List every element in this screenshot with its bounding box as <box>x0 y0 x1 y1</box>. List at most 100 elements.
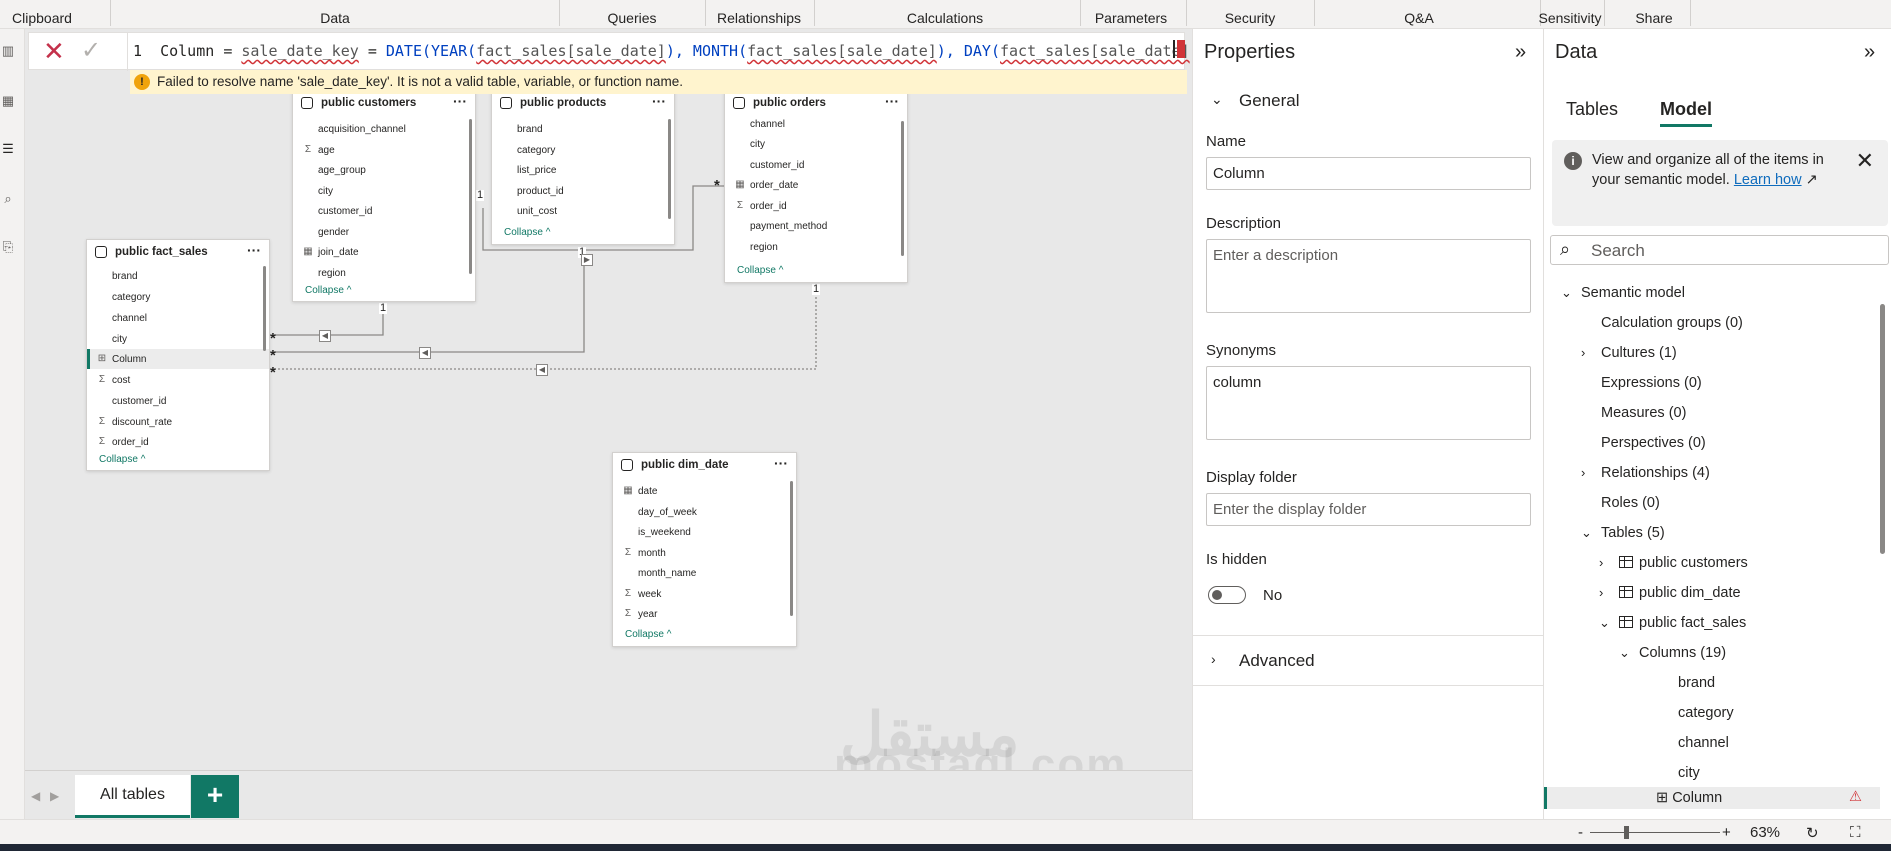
tree-perspectives[interactable]: Perspectives (0) <box>1601 435 1706 451</box>
report-view-icon[interactable]: ▥ <box>0 43 16 61</box>
collapse-link[interactable]: Collapse ^ <box>305 285 351 296</box>
field-row[interactable]: Σweek <box>613 584 796 604</box>
display-folder-input[interactable]: Enter the display folder <box>1206 493 1531 526</box>
rel-direction-arrow[interactable]: ◀ <box>536 364 548 376</box>
tree-table-customers[interactable]: › public customers <box>1599 555 1748 571</box>
ribbon-group-queries[interactable]: Queries <box>607 10 656 26</box>
field-row[interactable]: customer_id <box>293 201 475 221</box>
tree-column-city[interactable]: city <box>1678 765 1700 781</box>
tree-columns[interactable]: ⌄ Columns (19) <box>1619 645 1726 661</box>
collapse-link[interactable]: Collapse ^ <box>737 265 783 276</box>
external-link-icon[interactable]: ↗ <box>1806 172 1818 188</box>
formula-expression[interactable]: 1 Column = sale_date_key = DATE(YEAR(fac… <box>133 42 1208 60</box>
tree-table-dim-date[interactable]: › public dim_date <box>1599 585 1741 601</box>
synonyms-input[interactable]: column <box>1206 366 1531 440</box>
field-row[interactable]: gender <box>293 222 475 242</box>
rel-direction-arrow[interactable]: ◀ <box>419 347 431 359</box>
add-layout-button[interactable]: + <box>191 775 239 818</box>
tree-cultures[interactable]: › Cultures (1) <box>1581 345 1677 361</box>
field-row[interactable]: list_price <box>492 160 674 180</box>
reset-zoom-icon[interactable]: ↻ <box>1806 824 1819 842</box>
table-card-header[interactable]: public fact_sales ··· <box>87 240 269 264</box>
ribbon-group-relationships[interactable]: Relationships <box>717 10 801 26</box>
table-card-header[interactable]: public customers ··· <box>293 91 475 115</box>
tree-relationships[interactable]: › Relationships (4) <box>1581 465 1710 481</box>
table-card-fact-sales[interactable]: public fact_sales ··· brand category cha… <box>86 239 270 471</box>
collapse-pane-icon[interactable]: » <box>1864 41 1875 64</box>
tab-next-icon[interactable]: ▶ <box>50 789 59 803</box>
tree-calc-groups[interactable]: Calculation groups (0) <box>1601 315 1743 331</box>
close-icon[interactable]: ✕ <box>1856 148 1874 174</box>
tree-column-column[interactable]: ⊞ Column <box>1656 790 1722 806</box>
dax-query-icon[interactable]: ⌕ <box>0 191 16 209</box>
field-row[interactable]: city <box>725 134 907 154</box>
field-row[interactable]: payment_method <box>725 216 907 236</box>
field-row[interactable]: Σorder_id <box>725 196 907 216</box>
field-row[interactable]: day_of_week <box>613 502 796 522</box>
table-card-header[interactable]: public products ··· <box>492 91 674 115</box>
field-row[interactable]: Σorder_id <box>87 432 269 452</box>
scrollbar[interactable] <box>263 266 266 351</box>
learn-how-link[interactable]: Learn how <box>1734 172 1802 188</box>
collapse-pane-icon[interactable]: » <box>1515 41 1526 64</box>
field-row[interactable]: brand <box>87 266 269 286</box>
ribbon-group-calculations[interactable]: Calculations <box>907 10 983 26</box>
tree-column-category[interactable]: category <box>1678 705 1734 721</box>
tab-prev-icon[interactable]: ◀ <box>31 789 40 803</box>
tree-semantic-model[interactable]: ⌄ Semantic model <box>1561 285 1685 301</box>
ribbon-group-share[interactable]: Share <box>1635 10 1672 26</box>
field-row[interactable]: customer_id <box>725 155 907 175</box>
more-options-icon[interactable]: ··· <box>774 455 788 471</box>
commit-formula-icon[interactable]: ✓ <box>81 38 101 64</box>
tree-expressions[interactable]: Expressions (0) <box>1601 375 1702 391</box>
cancel-formula-icon[interactable]: ✕ <box>43 38 65 64</box>
table-card-orders[interactable]: public orders ··· channel city customer_… <box>724 90 908 283</box>
tree-column-brand[interactable]: brand <box>1678 675 1715 691</box>
table-view-icon[interactable]: ▦ <box>0 93 16 111</box>
field-row[interactable]: channel <box>87 308 269 328</box>
scrollbar[interactable] <box>790 481 793 616</box>
more-options-icon[interactable]: ··· <box>453 93 467 109</box>
field-row-selected[interactable]: ⊞ Column <box>87 349 269 369</box>
field-row[interactable]: unit_cost <box>492 201 674 221</box>
tree-table-fact-sales[interactable]: ⌄ public fact_sales <box>1599 615 1746 631</box>
field-row[interactable]: is_weekend <box>613 522 796 542</box>
field-row[interactable]: acquisition_channel <box>293 119 475 139</box>
ribbon-group-data[interactable]: Data <box>320 10 350 26</box>
field-row[interactable]: channel <box>725 114 907 134</box>
tree-column-channel[interactable]: channel <box>1678 735 1729 751</box>
zoom-in-button[interactable]: + <box>1722 824 1731 841</box>
more-options-icon[interactable]: ··· <box>652 93 666 109</box>
formula-bar[interactable]: ✕ ✓ 1 Column = sale_date_key = DATE(YEAR… <box>28 32 1208 71</box>
field-row[interactable]: city <box>293 181 475 201</box>
field-row[interactable]: age_group <box>293 160 475 180</box>
tree-roles[interactable]: Roles (0) <box>1601 495 1660 511</box>
fit-to-screen-icon[interactable]: ⛶ <box>1850 824 1861 841</box>
field-row[interactable]: region <box>725 237 907 257</box>
ribbon-group-sensitivity[interactable]: Sensitivity <box>1538 10 1601 26</box>
field-row[interactable]: region <box>293 263 475 283</box>
scrollbar[interactable] <box>1880 304 1885 554</box>
table-card-header[interactable]: public orders ··· <box>725 91 907 115</box>
tree-tables[interactable]: ⌄ Tables (5) <box>1581 525 1665 541</box>
description-input[interactable]: Enter a description <box>1206 239 1531 313</box>
table-card-products[interactable]: public products ··· brand category list_… <box>491 90 675 245</box>
field-row[interactable]: ▦ date <box>613 481 796 501</box>
field-row[interactable]: month_name <box>613 563 796 583</box>
tab-tables[interactable]: Tables <box>1566 99 1618 120</box>
model-view-icon[interactable]: ☰ <box>0 141 16 159</box>
field-row[interactable]: ▦ order_date <box>725 175 907 195</box>
more-options-icon[interactable]: ··· <box>885 93 899 109</box>
field-row[interactable]: customer_id <box>87 391 269 411</box>
table-card-header[interactable]: public dim_date ··· <box>613 453 796 477</box>
rel-direction-arrow[interactable]: ▶ <box>581 254 593 266</box>
field-row[interactable]: city <box>87 329 269 349</box>
ribbon-group-parameters[interactable]: Parameters <box>1095 10 1167 26</box>
field-row[interactable]: Σmonth <box>613 543 796 563</box>
rel-direction-arrow[interactable]: ◀ <box>319 330 331 342</box>
field-row[interactable]: category <box>87 287 269 307</box>
table-card-customers[interactable]: public customers ··· acquisition_channel… <box>292 90 476 302</box>
scrollbar[interactable] <box>668 119 671 219</box>
table-card-dim-date[interactable]: public dim_date ··· ▦ date day_of_week is… <box>612 452 797 647</box>
field-row[interactable]: Σdiscount_rate <box>87 412 269 432</box>
